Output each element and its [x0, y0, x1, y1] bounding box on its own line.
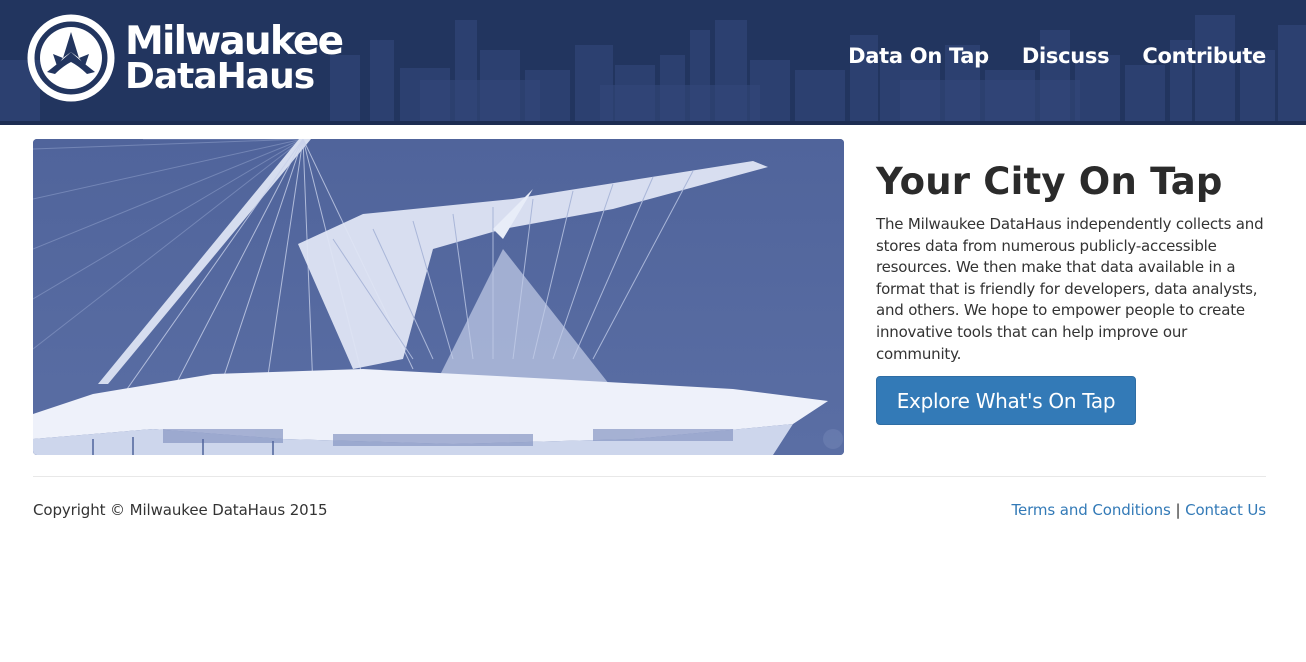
- header-bottom-border: [0, 121, 1306, 125]
- footer-separator: |: [1175, 501, 1181, 519]
- hero-image: [33, 139, 844, 455]
- hero-description: The Milwaukee DataHaus independently col…: [876, 215, 1264, 363]
- hero-title: Your City On Tap: [876, 160, 1223, 203]
- main-nav: Data On Tap Discuss Contribute: [848, 44, 1266, 68]
- nav-discuss[interactable]: Discuss: [1022, 44, 1110, 68]
- site-logo[interactable]: Milwaukee DataHaus: [27, 14, 347, 106]
- terms-link[interactable]: Terms and Conditions: [1011, 501, 1170, 519]
- logo-emblem-icon: [27, 14, 115, 102]
- explore-button[interactable]: Explore What's On Tap: [876, 376, 1136, 425]
- footer-links: Terms and Conditions | Contact Us: [1011, 501, 1266, 519]
- copyright-text: Copyright © Milwaukee DataHaus 2015: [33, 501, 328, 519]
- footer-divider: [33, 476, 1266, 477]
- art-museum-photo: [33, 139, 844, 455]
- site-header: Milwaukee DataHaus Data On Tap Discuss C…: [0, 0, 1306, 125]
- nav-contribute[interactable]: Contribute: [1142, 44, 1266, 68]
- contact-link[interactable]: Contact Us: [1185, 501, 1266, 519]
- logo-text-line2: DataHaus: [125, 56, 315, 97]
- nav-data-on-tap[interactable]: Data On Tap: [848, 44, 989, 68]
